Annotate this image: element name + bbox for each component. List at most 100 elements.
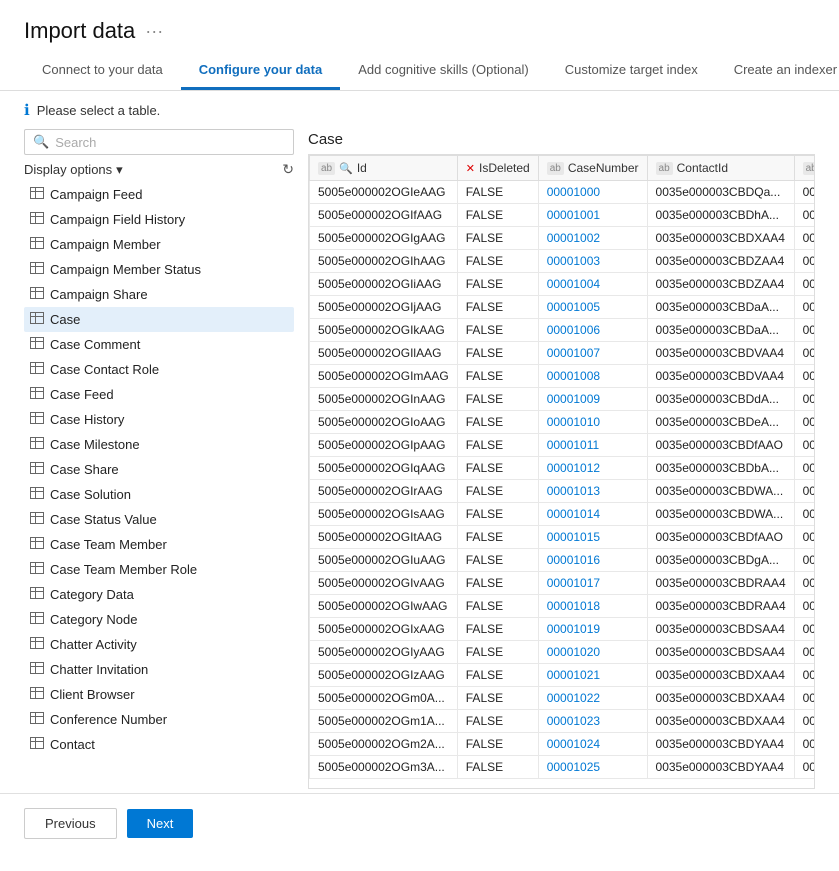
table-row[interactable]: 5005e000002OGItAAGFALSE000010150035e0000… (310, 526, 816, 549)
cell-id: 5005e000002OGIhAAG (310, 250, 458, 273)
list-item-case-share[interactable]: Case Share (24, 457, 294, 482)
cell-id: 5005e000002OGIjAAG (310, 296, 458, 319)
table-list-icon (30, 587, 44, 602)
list-item-campaign-member-status[interactable]: Campaign Member Status (24, 257, 294, 282)
cell-id: 5005e000002OGIpAAG (310, 434, 458, 457)
list-item-label: Case Feed (50, 387, 114, 402)
wizard-tab-configure[interactable]: Configure your data (181, 52, 341, 90)
cell-casenum: 00001002 (538, 227, 647, 250)
cell-deleted: FALSE (457, 526, 538, 549)
list-item-campaign-feed[interactable]: Campaign Feed (24, 182, 294, 207)
list-item-conference-number[interactable]: Conference Number (24, 707, 294, 732)
list-item-client-browser[interactable]: Client Browser (24, 682, 294, 707)
list-item-case-feed[interactable]: Case Feed (24, 382, 294, 407)
refresh-icon[interactable]: ↻ (282, 161, 294, 178)
list-item-chatter-invitation[interactable]: Chatter Invitation (24, 657, 294, 682)
table-row[interactable]: 5005e000002OGm0A...FALSE000010220035e000… (310, 687, 816, 710)
table-row[interactable]: 5005e000002OGInAAGFALSE000010090035e0000… (310, 388, 816, 411)
list-item-case-status-value[interactable]: Case Status Value (24, 507, 294, 532)
table-row[interactable]: 5005e000002OGm3A...FALSE000010250035e000… (310, 756, 816, 779)
cell-deleted: FALSE (457, 319, 538, 342)
list-item-case-solution[interactable]: Case Solution (24, 482, 294, 507)
table-row[interactable]: 5005e000002OGIsAAGFALSE000010140035e0000… (310, 503, 816, 526)
table-row[interactable]: 5005e000002OGIpAAGFALSE000010110035e0000… (310, 434, 816, 457)
next-button[interactable]: Next (127, 809, 194, 838)
table-row[interactable]: 5005e000002OGIeAAGFALSE000010000035e0000… (310, 181, 816, 204)
data-table-wrapper[interactable]: ab🔍Id✕IsDeletedabCaseNumberabContactIdab… (308, 154, 815, 789)
table-row[interactable]: 5005e000002OGIrAAGFALSE000010130035e0000… (310, 480, 816, 503)
list-item-case-contact-role[interactable]: Case Contact Role (24, 357, 294, 382)
table-row[interactable]: 5005e000002OGIiAAGFALSE000010040035e0000… (310, 273, 816, 296)
table-row[interactable]: 5005e000002OGIyAAGFALSE000010200035e0000… (310, 641, 816, 664)
table-row[interactable]: 5005e000002OGIkAAGFALSE000010060035e0000… (310, 319, 816, 342)
table-row[interactable]: 5005e000002OGm2A...FALSE000010240035e000… (310, 733, 816, 756)
display-options-button[interactable]: Display options ▾ (24, 162, 123, 178)
cell-contact: 0035e000003CBDVAA4 (647, 342, 794, 365)
list-item-contact[interactable]: Contact (24, 732, 294, 757)
page-menu-icon[interactable]: ··· (145, 21, 163, 42)
table-row[interactable]: 5005e000002OGIhAAGFALSE000010030035e0000… (310, 250, 816, 273)
cell-deleted: FALSE (457, 434, 538, 457)
wizard-tab-cognitive[interactable]: Add cognitive skills (Optional) (340, 52, 547, 90)
cell-deleted: FALSE (457, 549, 538, 572)
list-item-case-team-member[interactable]: Case Team Member (24, 532, 294, 557)
table-row[interactable]: 5005e000002OGIfAAGFALSE000010010035e0000… (310, 204, 816, 227)
table-row[interactable]: 5005e000002OGIgAAGFALSE000010020035e0000… (310, 227, 816, 250)
cell-casenum: 00001017 (538, 572, 647, 595)
cell-account: 0015e000004uFMWA... (794, 549, 815, 572)
table-row[interactable]: 5005e000002OGIjAAGFALSE000010050035e0000… (310, 296, 816, 319)
cell-contact: 0035e000003CBDgA... (647, 549, 794, 572)
list-item-label: Case Solution (50, 487, 131, 502)
search-input[interactable] (55, 135, 285, 150)
column-search-icon[interactable]: 🔍 (339, 162, 353, 175)
cell-account: 0015e000004uFMTAA2 (794, 457, 815, 480)
table-list-icon (30, 512, 44, 527)
table-row[interactable]: 5005e000002OGIwAAGFALSE000010180035e0000… (310, 595, 816, 618)
cell-contact: 0035e000003CBDhA... (647, 204, 794, 227)
cell-casenum: 00001011 (538, 434, 647, 457)
list-item-category-node[interactable]: Category Node (24, 607, 294, 632)
table-row[interactable]: 5005e000002OGIqAAGFALSE000010120035e0000… (310, 457, 816, 480)
cell-id: 5005e000002OGIuAAG (310, 549, 458, 572)
cell-deleted: FALSE (457, 250, 538, 273)
list-item-case-milestone[interactable]: Case Milestone (24, 432, 294, 457)
table-row[interactable]: 5005e000002OGIuAAGFALSE000010160035e0000… (310, 549, 816, 572)
table-title: Case (308, 129, 815, 148)
list-item-case[interactable]: Case (24, 307, 294, 332)
wizard-tab-connect[interactable]: Connect to your data (24, 52, 181, 90)
cell-id: 5005e000002OGIfAAG (310, 204, 458, 227)
table-row[interactable]: 5005e000002OGImAAGFALSE000010080035e0000… (310, 365, 816, 388)
cell-casenum: 00001003 (538, 250, 647, 273)
cell-deleted: FALSE (457, 204, 538, 227)
cell-id: 5005e000002OGm1A... (310, 710, 458, 733)
table-row[interactable]: 5005e000002OGm1A...FALSE000010230035e000… (310, 710, 816, 733)
list-item-case-team-member-role[interactable]: Case Team Member Role (24, 557, 294, 582)
list-item-case-comment[interactable]: Case Comment (24, 332, 294, 357)
cell-contact: 0035e000003CBDbA... (647, 457, 794, 480)
cell-deleted: FALSE (457, 756, 538, 779)
search-box[interactable]: 🔍 (24, 129, 294, 155)
table-row[interactable]: 5005e000002OGIzAAGFALSE000010210035e0000… (310, 664, 816, 687)
list-item-campaign-field-history[interactable]: Campaign Field History (24, 207, 294, 232)
wizard-tab-indexer[interactable]: Create an indexer (716, 52, 839, 90)
cell-contact: 0035e000003CBDVAA4 (647, 365, 794, 388)
wizard-tab-customize[interactable]: Customize target index (547, 52, 716, 90)
list-item-label: Category Data (50, 587, 134, 602)
list-item-campaign-share[interactable]: Campaign Share (24, 282, 294, 307)
cell-account: 0015e000004uFMSAA2 (794, 250, 815, 273)
cell-id: 5005e000002OGm2A... (310, 733, 458, 756)
table-list-icon (30, 637, 44, 652)
cell-casenum: 00001019 (538, 618, 647, 641)
table-row[interactable]: 5005e000002OGIlAAGFALSE000010070035e0000… (310, 342, 816, 365)
table-list-icon (30, 687, 44, 702)
previous-button[interactable]: Previous (24, 808, 117, 839)
list-item-case-history[interactable]: Case History (24, 407, 294, 432)
list-item-chatter-activity[interactable]: Chatter Activity (24, 632, 294, 657)
table-row[interactable]: 5005e000002OGIxAAGFALSE000010190035e0000… (310, 618, 816, 641)
list-item-category-data[interactable]: Category Data (24, 582, 294, 607)
table-row[interactable]: 5005e000002OGIvAAGFALSE000010170035e0000… (310, 572, 816, 595)
list-item-campaign-member[interactable]: Campaign Member (24, 232, 294, 257)
list-item-label: Chatter Invitation (50, 662, 148, 677)
table-row[interactable]: 5005e000002OGIoAAGFALSE000010100035e0000… (310, 411, 816, 434)
cell-contact: 0035e000003CBDeA... (647, 411, 794, 434)
